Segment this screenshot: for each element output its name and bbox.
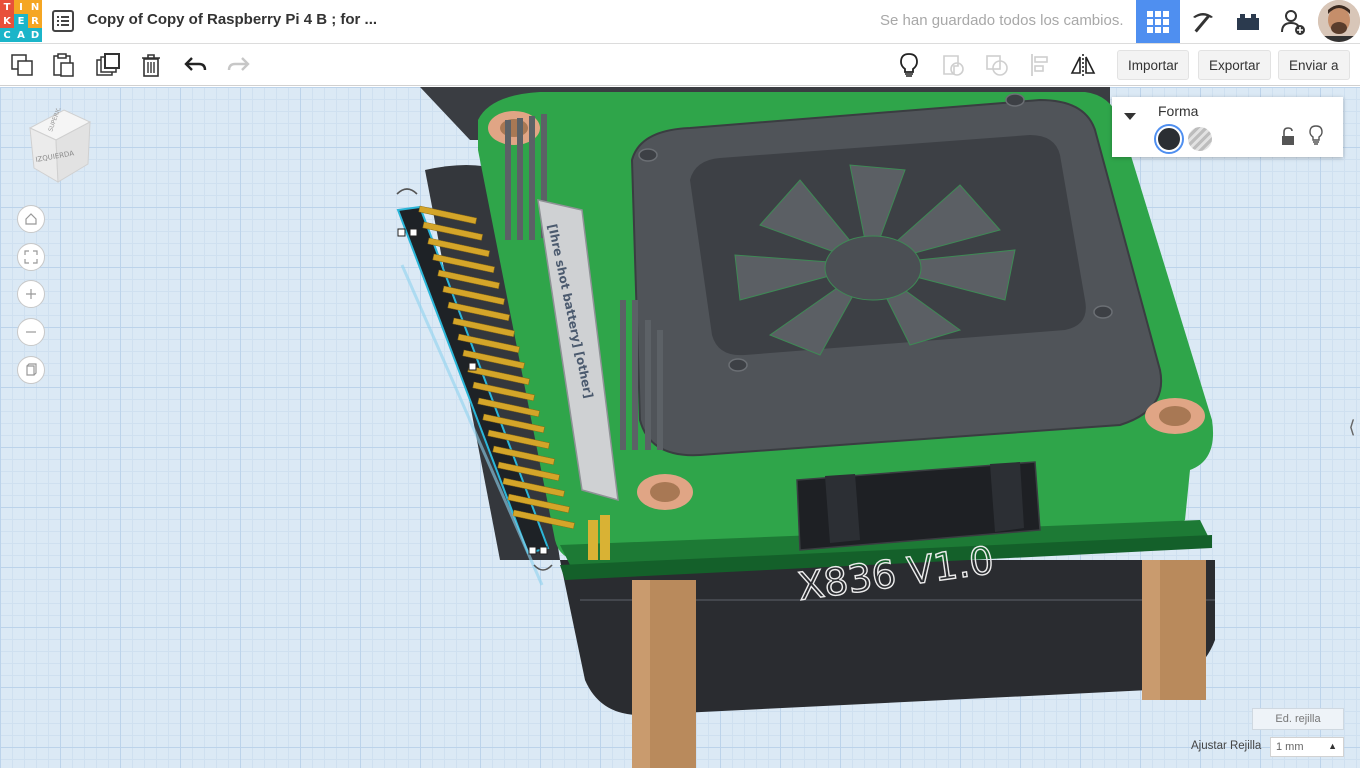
resize-handle[interactable] [468, 362, 477, 371]
resize-handle[interactable] [409, 228, 418, 237]
home-icon [25, 213, 37, 225]
save-status: Se han guardado todos los cambios. [880, 12, 1124, 29]
hole-swatch[interactable] [1188, 127, 1212, 151]
zoom-out-button[interactable] [17, 318, 45, 346]
ungroup-icon [986, 55, 1008, 76]
user-avatar[interactable] [1318, 0, 1360, 42]
design-title[interactable]: Copy of Copy of Raspberry Pi 4 B ; for .… [87, 11, 377, 28]
rotate-handle-icon[interactable] [396, 188, 418, 195]
view-cube[interactable]: IZQUIERDA SUPERIOR [28, 108, 92, 184]
logo-letter: K [0, 14, 14, 28]
group-button[interactable] [936, 49, 970, 81]
shape-panel-title: Forma [1158, 103, 1199, 119]
snap-grid-value: 1 mm [1276, 741, 1304, 753]
workplane[interactable]: X836 V1.0 [Ihre shot battery] [other] IZ… [0, 87, 1360, 768]
fit-view-button[interactable] [17, 243, 45, 271]
trash-icon [142, 54, 160, 77]
copy-button[interactable] [5, 49, 39, 81]
snap-grid-label: Ajustar Rejilla [1191, 740, 1262, 752]
shape-inspector: Forma [1112, 97, 1343, 157]
collapse-arrow-icon[interactable] [1122, 109, 1138, 123]
ungroup-button[interactable] [980, 49, 1014, 81]
notes-button[interactable] [892, 49, 926, 81]
logo-letter: E [14, 14, 28, 28]
resize-handle[interactable] [528, 546, 537, 555]
duplicate-icon [96, 53, 120, 76]
zoom-in-button[interactable] [17, 280, 45, 308]
invite-user-button[interactable] [1271, 0, 1315, 43]
tinkercad-logo[interactable]: T I N K E R C A D [0, 0, 42, 42]
paste-button[interactable] [46, 49, 80, 81]
redo-button[interactable] [221, 49, 255, 81]
caret-icon: ▲ [1328, 741, 1337, 751]
delete-button[interactable] [134, 49, 168, 81]
undo-button[interactable] [179, 49, 213, 81]
solid-color-swatch[interactable] [1156, 126, 1182, 152]
align-icon [1031, 54, 1048, 76]
lightbulb-icon [900, 53, 918, 77]
design-list-icon[interactable] [52, 10, 74, 32]
resize-handle[interactable] [539, 546, 548, 555]
unlock-icon[interactable] [1280, 127, 1296, 147]
3d-design-view-button[interactable] [1136, 0, 1180, 43]
mirror-icon [1070, 54, 1096, 76]
copy-icon [11, 54, 33, 76]
import-button[interactable]: Importar [1117, 50, 1190, 80]
visibility-bulb-icon[interactable] [1308, 125, 1324, 147]
logo-letter: I [14, 0, 28, 14]
pickaxe-button[interactable] [1181, 0, 1225, 43]
undo-icon [184, 57, 207, 71]
panel-toggle-chevron-icon[interactable]: ⟨ [1344, 412, 1360, 442]
edit-toolbar: Importar Exportar Enviar a [0, 44, 1360, 86]
logo-letter: T [0, 0, 14, 14]
logo-letter: N [28, 0, 42, 14]
logo-letter: R [28, 14, 42, 28]
pickaxe-icon [1193, 12, 1213, 32]
3d-model-scene[interactable]: X836 V1.0 [Ihre shot battery] [other] [0, 87, 1360, 768]
perspective-button[interactable] [17, 356, 45, 384]
export-button[interactable]: Exportar [1198, 50, 1272, 80]
mirror-button[interactable] [1066, 49, 1100, 81]
logo-letter: D [28, 28, 42, 42]
home-view-button[interactable] [17, 205, 45, 233]
plus-icon [26, 289, 36, 299]
align-button[interactable] [1024, 49, 1058, 81]
grid-view-icon [1147, 10, 1169, 33]
edit-grid-button[interactable]: Ed. rejilla [1252, 708, 1344, 730]
send-to-button[interactable]: Enviar a [1278, 50, 1350, 80]
duplicate-button[interactable] [91, 49, 125, 81]
add-user-icon [1281, 9, 1305, 35]
logo-letter: A [14, 28, 28, 42]
ortho-cube-icon [26, 363, 37, 376]
brick-icon [1237, 13, 1259, 30]
minus-icon [26, 331, 36, 333]
bricks-button[interactable] [1226, 0, 1270, 43]
group-icon [943, 55, 964, 76]
fit-view-icon [24, 250, 38, 264]
paste-icon [53, 53, 74, 77]
logo-letter: C [0, 28, 14, 42]
redo-icon [227, 57, 250, 71]
top-bar: T I N K E R C A D Copy of Copy of Raspbe… [0, 0, 1360, 44]
snap-grid-select[interactable]: 1 mm ▲ [1270, 737, 1344, 757]
resize-handle[interactable] [397, 228, 406, 237]
